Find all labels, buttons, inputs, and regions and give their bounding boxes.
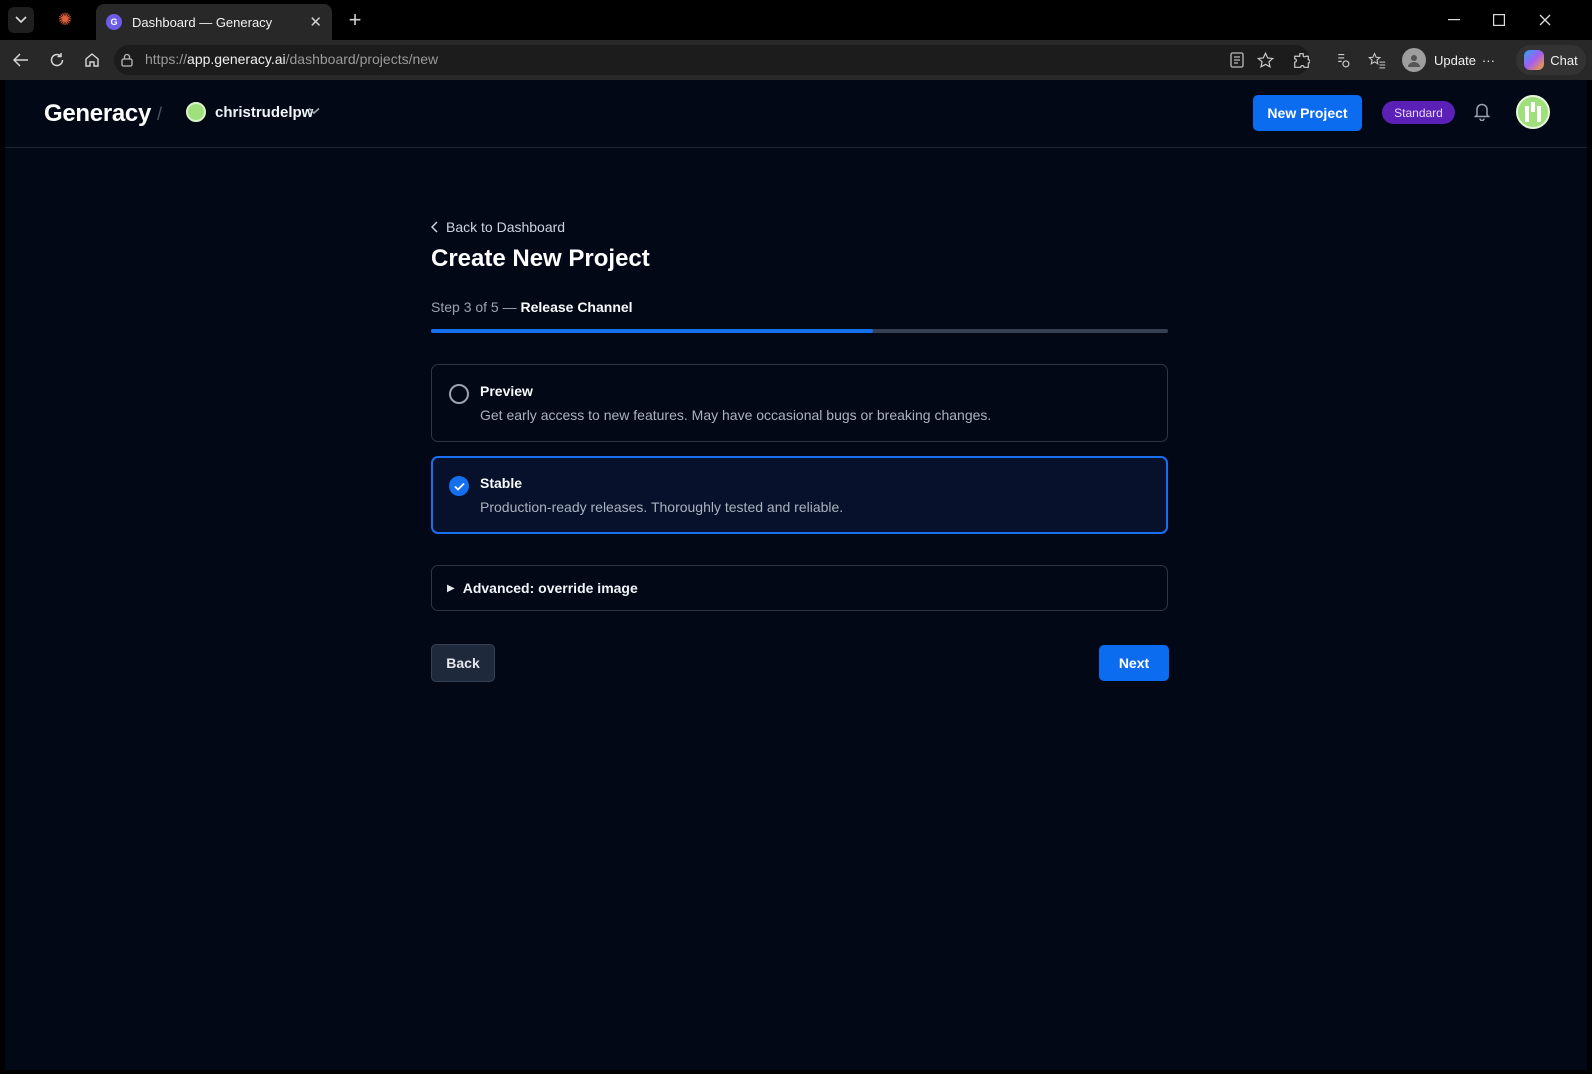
back-to-dashboard-link[interactable]: Back to Dashboard — [431, 219, 565, 235]
url-path: /dashboard/projects/new — [285, 51, 439, 67]
browser-tab-active[interactable]: G Dashboard — Generacy ✕ — [96, 4, 332, 40]
new-tab-plus-icon[interactable]: + — [342, 7, 368, 33]
update-label: Update — [1434, 52, 1476, 68]
copilot-logo-icon — [1524, 50, 1545, 70]
tab-list-chevron-icon[interactable] — [8, 7, 34, 33]
chevron-left-icon — [431, 221, 438, 233]
org-avatar[interactable] — [186, 102, 206, 122]
radio-unchecked-icon[interactable] — [449, 384, 469, 404]
minimize-icon[interactable] — [1442, 8, 1466, 32]
tab-close-icon[interactable]: ✕ — [309, 13, 322, 31]
option-title: Stable — [480, 475, 523, 491]
browser-profile-avatar[interactable] — [1402, 48, 1426, 72]
home-icon[interactable] — [80, 48, 104, 72]
browser-tab-bar: ✺ G Dashboard — Generacy ✕ + — [0, 0, 1592, 40]
app-header: Generacy / christrudelpw New Project Sta… — [5, 80, 1587, 148]
bell-icon[interactable] — [1473, 101, 1495, 123]
pinned-tab-claude-icon[interactable]: ✺ — [54, 9, 76, 31]
media-control-icon[interactable] — [1330, 48, 1354, 72]
extensions-icon[interactable] — [1289, 48, 1313, 72]
url-text[interactable]: https://app.generacy.ai/dashboard/projec… — [145, 51, 438, 67]
option-description: Get early access to new features. May ha… — [480, 407, 992, 423]
tab-title: Dashboard — Generacy — [132, 14, 273, 30]
plan-badge: Standard — [1382, 101, 1455, 124]
back-link-label: Back to Dashboard — [446, 219, 566, 235]
window-close-icon[interactable] — [1533, 8, 1557, 32]
back-arrow-icon[interactable] — [9, 48, 33, 72]
option-title: Preview — [480, 383, 533, 399]
favorites-collection-icon[interactable] — [1365, 48, 1389, 72]
url-scheme: https:// — [145, 51, 188, 67]
release-option-stable[interactable]: Stable Production-ready releases. Thorou… — [431, 456, 1168, 534]
chat-label: Chat — [1550, 52, 1578, 68]
browser-update-button[interactable]: Update ··· — [1434, 48, 1495, 72]
reload-icon[interactable] — [45, 48, 69, 72]
app-viewport: Generacy / christrudelpw New Project Sta… — [5, 80, 1587, 1070]
url-host: app.generacy.ai — [187, 51, 286, 67]
progress-bar — [431, 329, 1168, 333]
site-info-icon[interactable] — [121, 51, 135, 69]
favorite-star-icon[interactable] — [1253, 48, 1277, 72]
progress-bar-fill — [431, 329, 874, 333]
copilot-chat-button[interactable]: Chat — [1516, 45, 1586, 75]
user-avatar[interactable] — [1516, 95, 1550, 129]
step-name: Release Channel — [520, 299, 633, 315]
step-indicator: Step 3 of 5 — Release Channel — [431, 299, 633, 315]
next-button[interactable]: Next — [1099, 645, 1169, 681]
page-title: Create New Project — [431, 245, 650, 272]
reading-view-icon[interactable] — [1225, 48, 1249, 72]
step-count: Step 3 of 5 — — [431, 299, 517, 315]
radio-checked-icon[interactable] — [449, 476, 469, 496]
generacy-favicon-icon: G — [106, 14, 122, 30]
back-button[interactable]: Back — [431, 644, 495, 682]
release-option-preview[interactable]: Preview Get early access to new features… — [431, 364, 1168, 442]
generacy-logo[interactable]: Generacy — [44, 100, 151, 128]
advanced-label: Advanced: override image — [462, 580, 638, 596]
maximize-icon[interactable] — [1487, 8, 1511, 32]
new-project-button[interactable]: New Project — [1253, 95, 1362, 131]
more-menu-icon[interactable]: ··· — [1482, 53, 1495, 68]
advanced-override-toggle[interactable]: ▶ Advanced: override image — [431, 565, 1168, 611]
option-description: Production-ready releases. Thoroughly te… — [480, 499, 844, 515]
triangle-right-icon: ▶ — [447, 582, 455, 594]
chevron-down-icon[interactable] — [308, 102, 320, 118]
breadcrumb-separator: / — [157, 104, 163, 124]
org-switcher-name[interactable]: christrudelpw — [215, 104, 313, 121]
